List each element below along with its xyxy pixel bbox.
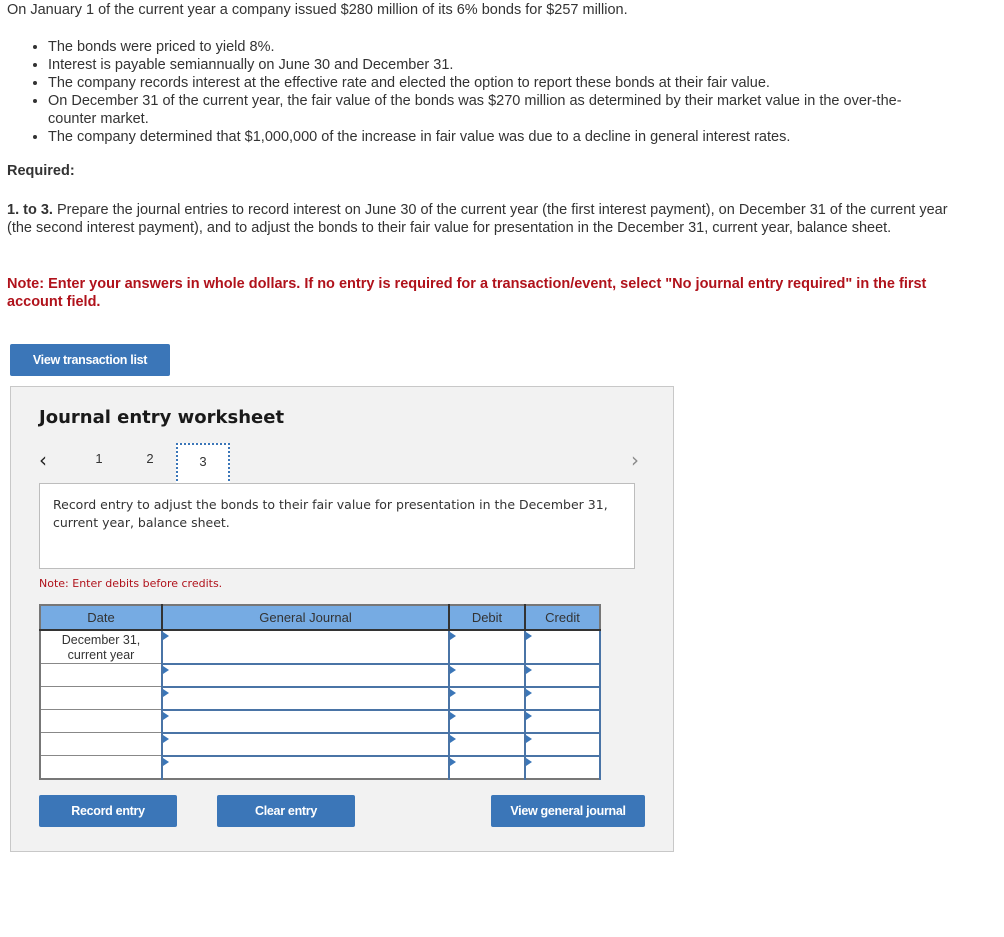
credit-input[interactable] bbox=[524, 629, 601, 664]
debit-input[interactable] bbox=[448, 708, 526, 733]
bullet-item: On December 31 of the current year, the … bbox=[48, 92, 930, 128]
date-cell bbox=[40, 686, 163, 710]
record-entry-button[interactable]: Record entry bbox=[39, 795, 177, 827]
table-row: December 31, current year bbox=[40, 629, 601, 664]
date-cell bbox=[40, 755, 163, 779]
dropdown-triangle-icon bbox=[163, 757, 169, 766]
account-input[interactable] bbox=[161, 754, 450, 779]
page-tab-2[interactable]: 2 bbox=[140, 451, 160, 466]
bullet-item: Interest is payable semiannually on June… bbox=[48, 56, 930, 74]
table-row bbox=[40, 708, 601, 733]
bullet-item: The company records interest at the effe… bbox=[48, 74, 930, 92]
debit-input[interactable] bbox=[448, 731, 526, 756]
account-input[interactable] bbox=[161, 662, 450, 687]
account-input[interactable] bbox=[161, 629, 450, 664]
dropdown-triangle-icon bbox=[526, 688, 532, 697]
table-row bbox=[40, 731, 601, 756]
date-cell bbox=[40, 709, 163, 733]
page-tab-3-active[interactable]: 3 bbox=[176, 443, 230, 485]
debit-input[interactable] bbox=[448, 662, 526, 687]
dropdown-triangle-icon bbox=[526, 632, 532, 640]
credit-input[interactable] bbox=[524, 754, 601, 779]
page-tab-1[interactable]: 1 bbox=[89, 451, 109, 466]
dropdown-triangle-icon bbox=[526, 734, 532, 743]
view-general-journal-button[interactable]: View general journal bbox=[491, 795, 645, 827]
table-row bbox=[40, 685, 601, 710]
journal-entry-worksheet: Journal entry worksheet ‹ 1 2 3 › Record… bbox=[10, 386, 674, 852]
answer-note: Note: Enter your answers in whole dollar… bbox=[7, 276, 927, 310]
dropdown-triangle-icon bbox=[163, 734, 169, 743]
dropdown-triangle-icon bbox=[450, 734, 456, 743]
date-cell bbox=[40, 663, 163, 687]
journal-table: Date General Journal Debit Credit Decemb… bbox=[39, 604, 601, 780]
task-text: Prepare the journal entries to record in… bbox=[7, 202, 948, 236]
required-label: Required: bbox=[7, 163, 75, 179]
account-input[interactable] bbox=[161, 731, 450, 756]
dropdown-triangle-icon bbox=[450, 665, 456, 674]
debit-input[interactable] bbox=[448, 754, 526, 779]
dropdown-triangle-icon bbox=[163, 665, 169, 674]
chevron-left-icon[interactable]: ‹ bbox=[39, 450, 47, 470]
dropdown-triangle-icon bbox=[450, 757, 456, 766]
dropdown-triangle-icon bbox=[163, 632, 169, 640]
debit-input[interactable] bbox=[448, 685, 526, 710]
task-number: 1. to 3. bbox=[7, 202, 53, 218]
dropdown-triangle-icon bbox=[450, 688, 456, 697]
bullet-item: The bonds were priced to yield 8%. bbox=[48, 38, 930, 56]
journal-header-row: Date General Journal Debit Credit bbox=[40, 605, 600, 631]
account-input[interactable] bbox=[161, 685, 450, 710]
entry-description: Record entry to adjust the bonds to thei… bbox=[39, 483, 635, 569]
dropdown-triangle-icon bbox=[163, 688, 169, 697]
dropdown-triangle-icon bbox=[526, 757, 532, 766]
dropdown-triangle-icon bbox=[450, 632, 456, 640]
problem-bullets: The bonds were priced to yield 8%. Inter… bbox=[30, 38, 930, 146]
header-credit: Credit bbox=[525, 605, 600, 631]
table-row bbox=[40, 662, 601, 687]
credit-input[interactable] bbox=[524, 662, 601, 687]
table-row bbox=[40, 754, 601, 779]
dropdown-triangle-icon bbox=[526, 711, 532, 720]
task-instructions: 1. to 3. Prepare the journal entries to … bbox=[7, 201, 957, 237]
bullet-item: The company determined that $1,000,000 o… bbox=[48, 128, 930, 146]
date-cell: December 31, current year bbox=[40, 630, 163, 664]
header-general-journal: General Journal bbox=[162, 605, 450, 631]
worksheet-title: Journal entry worksheet bbox=[39, 407, 285, 428]
debits-note: Note: Enter debits before credits. bbox=[39, 577, 223, 590]
clear-entry-button[interactable]: Clear entry bbox=[217, 795, 355, 827]
credit-input[interactable] bbox=[524, 685, 601, 710]
problem-intro: On January 1 of the current year a compa… bbox=[7, 2, 628, 18]
chevron-right-icon[interactable]: › bbox=[631, 450, 639, 470]
header-date: Date bbox=[40, 605, 163, 631]
date-cell bbox=[40, 732, 163, 756]
debit-input[interactable] bbox=[448, 629, 526, 664]
credit-input[interactable] bbox=[524, 708, 601, 733]
dropdown-triangle-icon bbox=[450, 711, 456, 720]
credit-input[interactable] bbox=[524, 731, 601, 756]
dropdown-triangle-icon bbox=[526, 665, 532, 674]
account-input[interactable] bbox=[161, 708, 450, 733]
view-transaction-list-button[interactable]: View transaction list bbox=[10, 344, 170, 376]
header-debit: Debit bbox=[449, 605, 526, 631]
dropdown-triangle-icon bbox=[163, 711, 169, 720]
